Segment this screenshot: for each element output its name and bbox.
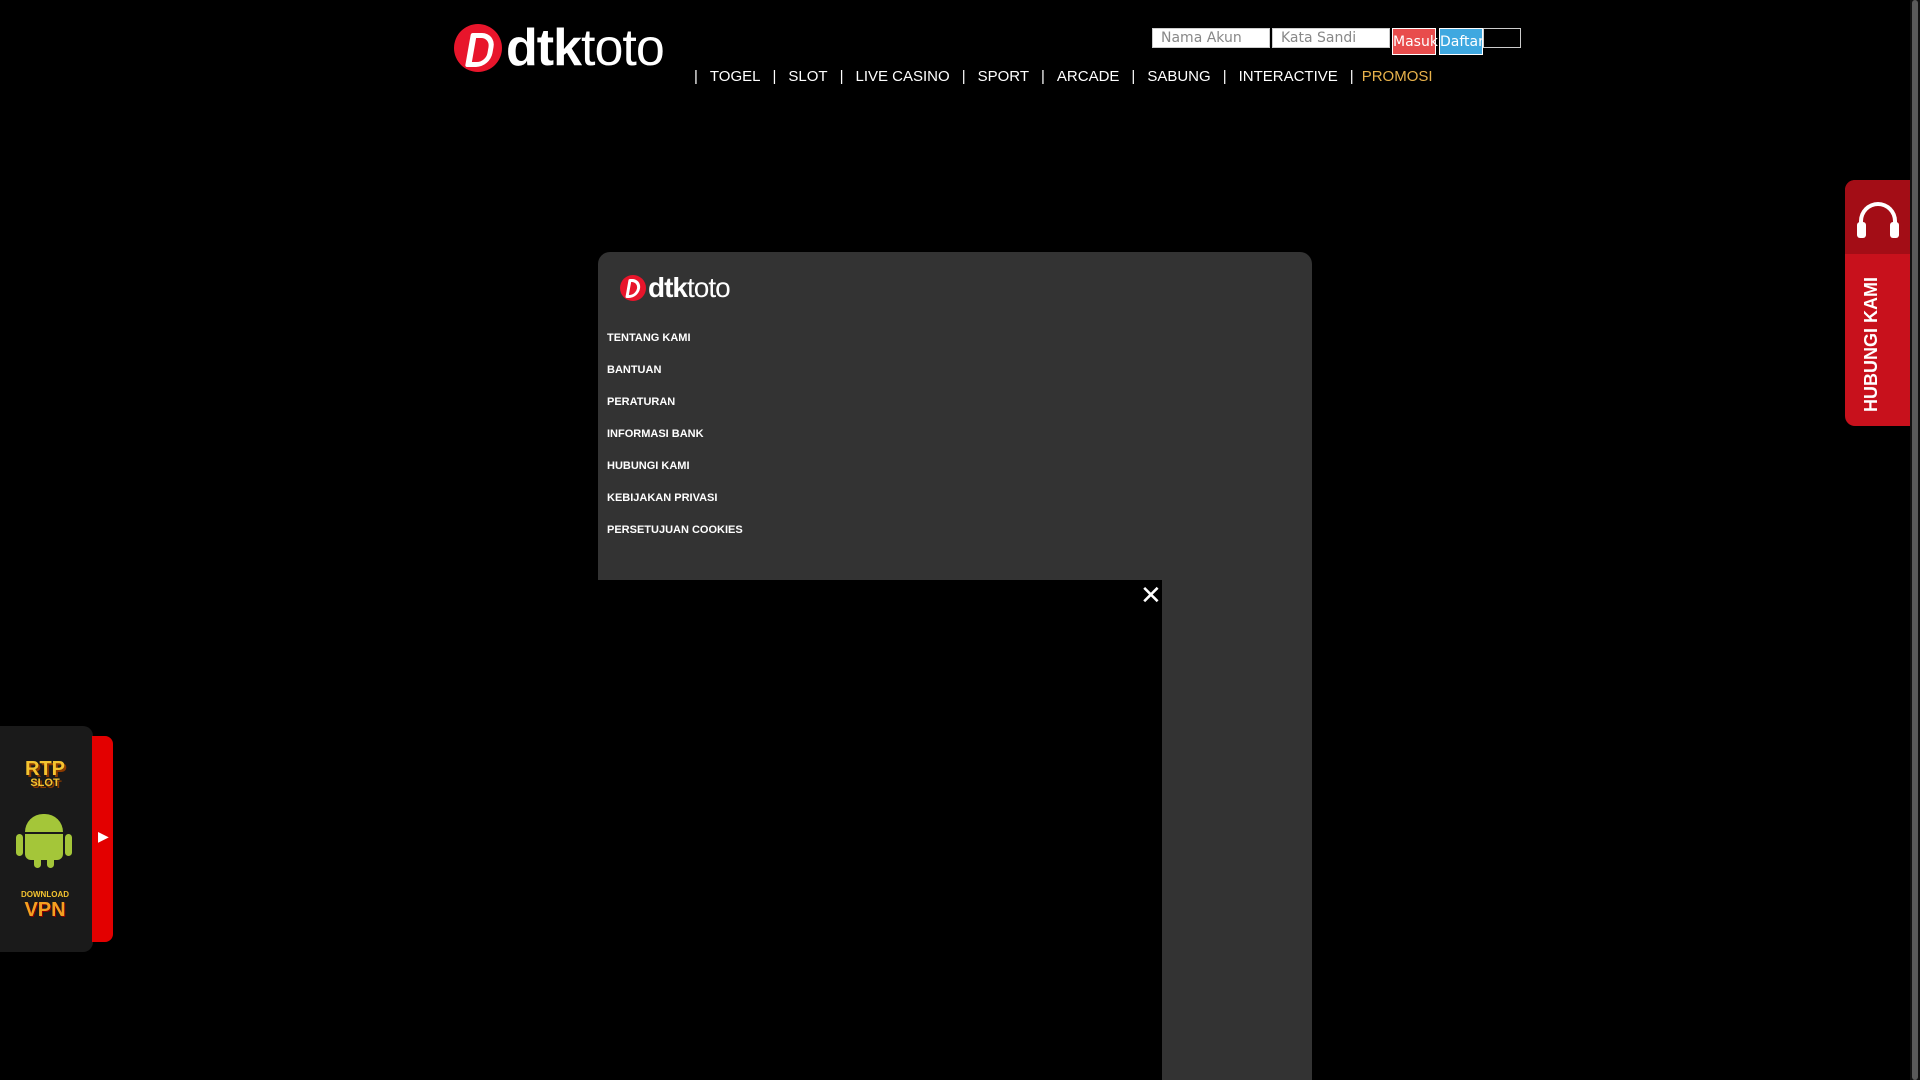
footer-logo-text: dtktoto <box>648 272 731 303</box>
rtp-slot-button[interactable]: RTP SLOT <box>17 759 73 796</box>
contact-widget[interactable]: HUBUNGI KAMI <box>1845 180 1910 426</box>
logo-text-light: toto <box>581 19 665 77</box>
nav-separator: | <box>839 68 844 85</box>
contact-label: HUBUNGI KAMI <box>1861 277 1881 412</box>
nav-separator: | <box>694 68 698 85</box>
username-input[interactable] <box>1152 28 1270 48</box>
close-icon[interactable]: ✕ <box>1140 582 1162 608</box>
nav-separator: | <box>961 68 966 85</box>
register-button[interactable]: Daftar <box>1439 28 1484 55</box>
empty-box <box>1483 28 1521 48</box>
logo-text-bold: dtk <box>506 19 582 77</box>
logo-mark-icon <box>454 24 502 72</box>
android-body <box>25 834 63 860</box>
nav-item-live-casino[interactable]: LIVE CASINO <box>855 68 949 85</box>
promo-label: PROMOSI <box>1361 68 1433 85</box>
nav-item-togel[interactable]: TOGEL <box>710 68 761 85</box>
float-panel-toggle[interactable]: ▶ <box>92 736 113 942</box>
download-vpn-button[interactable]: DOWNLOAD VPN <box>13 891 77 925</box>
footer-link-informasi-bank[interactable]: INFORMASI BANK <box>607 428 743 460</box>
contact-icon-area <box>1845 180 1910 254</box>
nav-item-slot[interactable]: SLOT <box>788 68 827 85</box>
nav-separator: | <box>1222 68 1227 85</box>
footer-logo-mark-icon <box>620 275 646 301</box>
android-arm-right <box>65 834 72 856</box>
site-logo[interactable]: dtktoto <box>454 19 665 77</box>
nav-separator: | <box>1349 68 1354 85</box>
footer-link-hubungi-kami[interactable]: HUBUNGI KAMI <box>607 460 743 492</box>
footer-link-kebijakan-privasi[interactable]: KEBIJAKAN PRIVASI <box>607 492 743 524</box>
nav-item-sabung[interactable]: SABUNG <box>1147 68 1210 85</box>
footer-card: dtktoto TENTANG KAMI BANTUAN PERATURAN I… <box>598 252 1312 1080</box>
main-nav: | TOGEL | SLOT | LIVE CASINO | SPORT | A… <box>682 68 1433 85</box>
left-float-panel: RTP SLOT DOWNLOAD VPN ▶ <box>0 726 113 952</box>
footer-links: TENTANG KAMI BANTUAN PERATURAN INFORMASI… <box>607 332 743 556</box>
nav-item-interactive[interactable]: INTERACTIVE <box>1239 68 1338 85</box>
android-leg-left <box>34 856 41 868</box>
footer-link-persetujuan-cookies[interactable]: PERSETUJUAN COOKIES <box>607 524 743 556</box>
nav-separator: | <box>1041 68 1045 85</box>
login-button[interactable]: Masuk <box>1392 28 1438 55</box>
chevron-right-icon: ▶ <box>98 828 109 844</box>
footer-logo-text-bold: dtk <box>648 272 688 303</box>
scrollbar-thumb[interactable] <box>1912 0 1918 1080</box>
vpn-download-text: DOWNLOAD <box>21 890 69 899</box>
float-panel-body: RTP SLOT DOWNLOAD VPN <box>0 726 93 952</box>
nav-item-sport[interactable]: SPORT <box>978 68 1029 85</box>
login-form: Masuk Daftar <box>1152 28 1521 55</box>
nav-separator: | <box>772 68 777 85</box>
footer-link-bantuan[interactable]: BANTUAN <box>607 364 743 396</box>
footer-link-tentang-kami[interactable]: TENTANG KAMI <box>607 332 743 364</box>
password-input[interactable] <box>1272 28 1390 48</box>
footer-logo-text-light: toto <box>687 272 731 303</box>
video-popup[interactable] <box>598 580 1162 1080</box>
vpn-text: VPN <box>24 899 66 921</box>
logo-text: dtktoto <box>506 19 665 77</box>
nav-separator: | <box>1131 68 1136 85</box>
page-scrollbar[interactable] <box>1910 0 1920 1080</box>
android-head <box>25 814 63 832</box>
android-arm-left <box>16 834 23 856</box>
nav-item-arcade[interactable]: ARCADE <box>1057 68 1120 85</box>
android-icon[interactable] <box>15 810 73 868</box>
footer-logo[interactable]: dtktoto <box>620 272 731 303</box>
footer-link-peraturan[interactable]: PERATURAN <box>607 396 743 428</box>
headset-icon <box>1856 202 1899 238</box>
android-leg-right <box>47 856 54 868</box>
nav-item-promosi[interactable]: PROMOSI <box>1362 68 1433 85</box>
